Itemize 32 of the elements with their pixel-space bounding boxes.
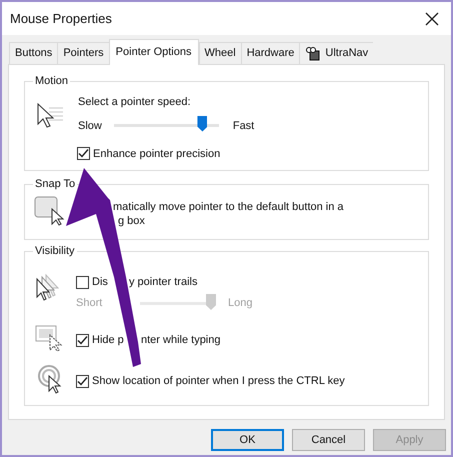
dialog-button[interactable]: Cancel: [292, 429, 365, 451]
tab[interactable]: Buttons: [9, 42, 58, 64]
speed-prompt: Select a pointer speed:: [78, 95, 192, 110]
checkbox[interactable]: [76, 334, 89, 347]
checkbox-label: Enhance pointer precision: [93, 146, 220, 162]
touchpad-icon: [305, 46, 322, 60]
checkbox-label: y pointer trails: [129, 275, 198, 290]
checkbox-label: Dis: [92, 275, 108, 290]
tab[interactable]: Hardware: [240, 42, 300, 64]
tab[interactable]: Wheel: [198, 42, 241, 64]
checkbox[interactable]: [77, 147, 90, 160]
snap-text: matically move pointer to the default button in a: [113, 200, 344, 215]
tab[interactable]: Pointers: [57, 42, 109, 64]
slow-label: Slow: [78, 119, 102, 134]
hide-pointer-icon: [35, 325, 63, 353]
fast-label: Fast: [232, 119, 254, 134]
dialog-button[interactable]: OK: [211, 429, 284, 451]
checkbox[interactable]: [76, 374, 89, 388]
close-icon[interactable]: [425, 12, 439, 26]
checkbox-label: nter while typing: [141, 333, 220, 348]
group-title: Snap To: [33, 176, 78, 192]
short-label: Short: [76, 296, 104, 311]
window-title: Mouse Properties: [10, 10, 112, 28]
long-label: Long: [228, 296, 252, 311]
checkbox-label: Hide p: [92, 333, 124, 348]
trail-length-slider[interactable]: [140, 294, 216, 312]
checkbox-label: Show location of pointer when I press the CTRL key: [92, 374, 345, 389]
group-title: Visibility: [33, 243, 77, 260]
tab[interactable]: UltraNav: [299, 42, 374, 64]
tab[interactable]: Pointer Options: [108, 39, 198, 65]
snap-text: g box: [118, 214, 145, 229]
pointer-speed-icon: [35, 100, 65, 130]
